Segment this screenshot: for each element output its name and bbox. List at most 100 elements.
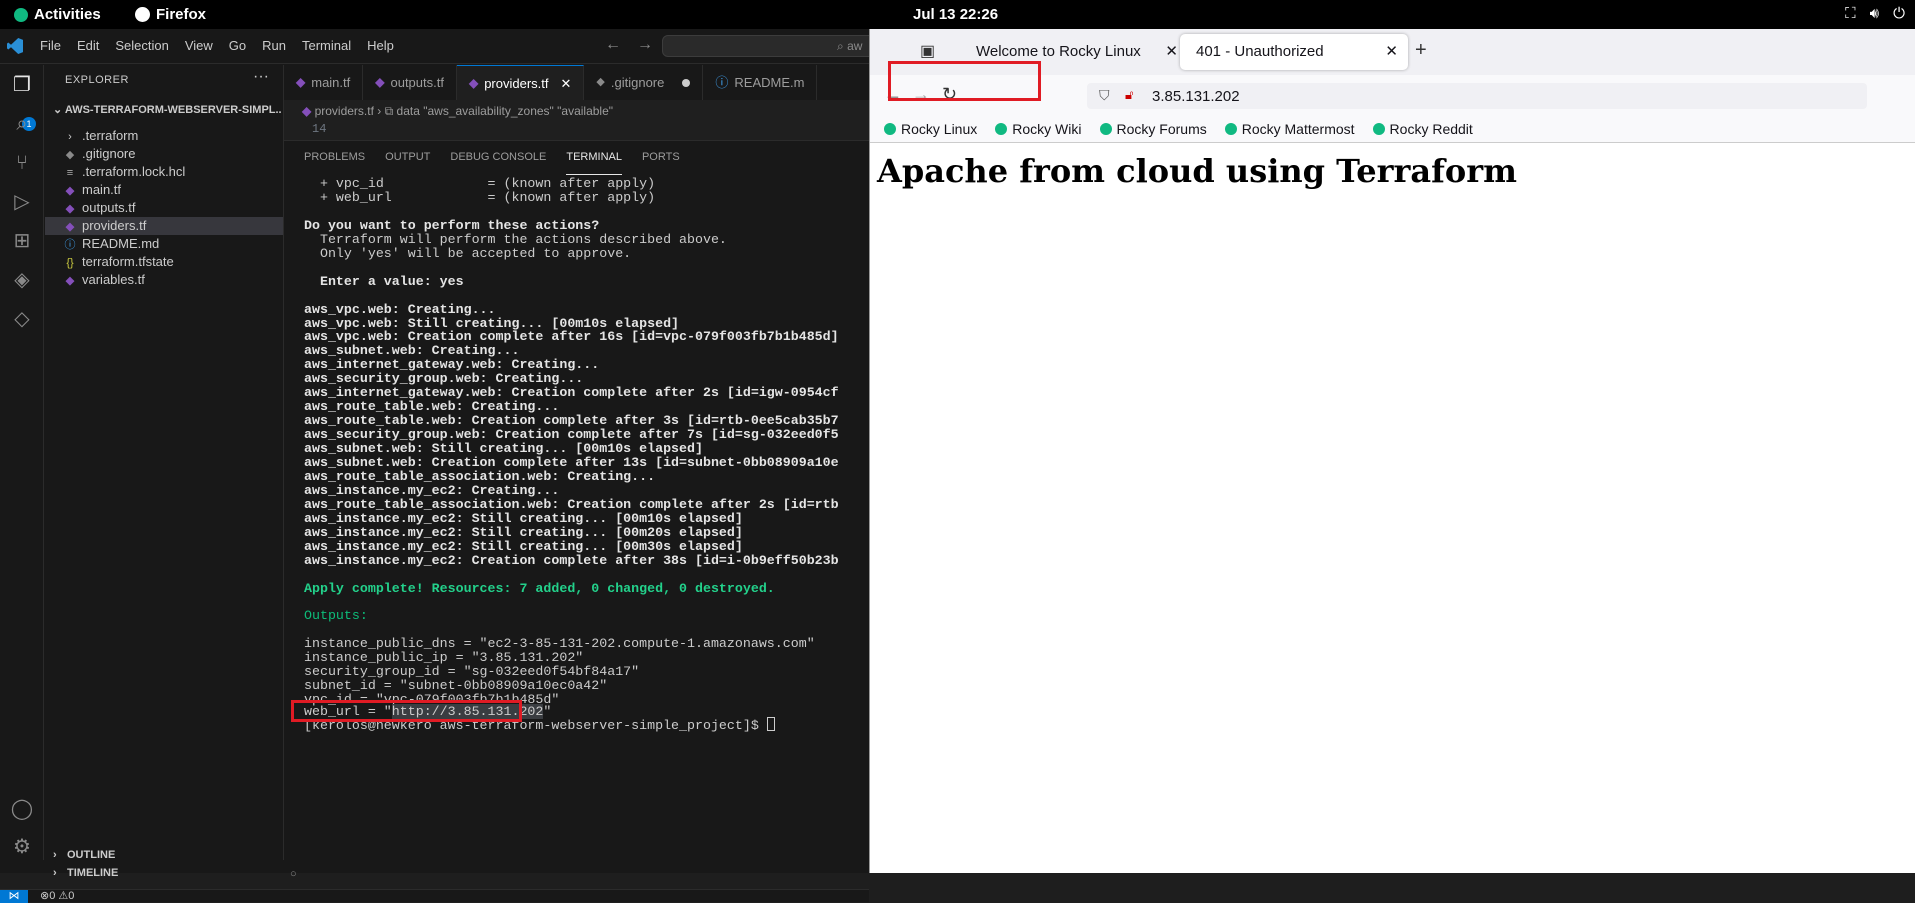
back-arrow-icon[interactable]: ←: [605, 36, 621, 54]
new-tab-plus-icon[interactable]: +: [1415, 39, 1427, 62]
file-terraform-tfstate[interactable]: {} terraform.tfstate: [45, 253, 283, 271]
info-icon: ⓘ: [64, 239, 76, 251]
file-label: outputs.tf: [82, 200, 136, 215]
panel-tab-problems[interactable]: PROBLEMS: [304, 141, 365, 175]
source-control-icon[interactable]: ⑂: [10, 151, 34, 175]
insecure-lock-icon[interactable]: 🔓︎: [1125, 87, 1133, 103]
menu-go[interactable]: Go: [229, 38, 246, 53]
activities-button[interactable]: Activities: [14, 6, 101, 23]
search-icon: ⌕: [837, 39, 844, 53]
lines-icon: ≡: [66, 167, 74, 179]
breadcrumb-symbol[interactable]: data "aws_availability_zones" "available…: [397, 104, 614, 118]
menu-terminal[interactable]: Terminal: [302, 38, 351, 53]
file-variables-tf[interactable]: ◆ variables.tf: [45, 271, 283, 289]
clock[interactable]: Jul 13 22:26: [913, 6, 998, 23]
file-terraform-lock-hcl[interactable]: ≡ .terraform.lock.hcl: [45, 163, 283, 181]
forward-arrow-icon[interactable]: →: [637, 36, 653, 54]
terraform-icon: ◆: [302, 104, 312, 118]
tab-outputs-tf[interactable]: ◆ outputs.tf: [363, 65, 457, 100]
file-outputs-tf[interactable]: ◆ outputs.tf: [45, 199, 283, 217]
problems-status[interactable]: ⊗0 ⚠0: [40, 890, 74, 903]
command-center-search[interactable]: ⌕ aw: [662, 35, 877, 57]
file-providers-tf[interactable]: ◆ providers.tf: [45, 217, 283, 235]
bookmark-rocky-reddit[interactable]: Rocky Reddit: [1372, 115, 1473, 142]
menu-help[interactable]: Help: [367, 38, 394, 53]
breadcrumb-file[interactable]: providers.tf: [315, 104, 374, 118]
system-tray[interactable]: ⛶ 🔊︎ ⏻: [1845, 5, 1905, 22]
explorer-title: EXPLORER: [65, 74, 129, 86]
bookmark-rocky-forums[interactable]: Rocky Forums: [1099, 115, 1207, 142]
panel-tab-debug-console[interactable]: DEBUG CONSOLE: [450, 141, 546, 175]
file-terraform[interactable]: › .terraform: [45, 127, 283, 145]
shield-icon[interactable]: ⛉: [1099, 87, 1110, 104]
menu-file[interactable]: File: [40, 38, 61, 53]
menu-selection[interactable]: Selection: [115, 38, 168, 53]
tab-list-icon[interactable]: ▣: [920, 41, 935, 61]
firefox-icon: [135, 7, 150, 22]
extensions-icon[interactable]: ⊞: [10, 229, 34, 253]
folder-name: AWS-TERRAFORM-WEBSERVER-SIMPL...: [64, 104, 281, 116]
tab-unauthorized[interactable]: 401 - Unauthorized ✕: [1180, 34, 1408, 70]
explorer-icon[interactable]: ❐: [10, 73, 34, 97]
run-debug-icon[interactable]: ▷: [10, 190, 34, 214]
file-label: variables.tf: [82, 272, 145, 287]
menu-run[interactable]: Run: [262, 38, 286, 53]
bookmark-rocky-mattermost[interactable]: Rocky Mattermost: [1224, 115, 1355, 142]
tab-gitignore[interactable]: ◆ .gitignore: [584, 65, 704, 100]
settings-gear-icon[interactable]: ⚙: [10, 835, 34, 859]
url-text[interactable]: 3.85.131.202: [1152, 88, 1240, 105]
menu-edit[interactable]: Edit: [77, 38, 99, 53]
terminal[interactable]: + vpc_id = (known after apply) + web_url…: [284, 175, 869, 860]
timeline-section[interactable]: › TIMELINE: [53, 867, 281, 879]
app-name: Firefox: [156, 6, 207, 23]
terraform-icon[interactable]: ◈: [10, 268, 34, 292]
terraform-icon: ◆: [65, 275, 75, 287]
vscode-titlebar: File Edit Selection View Go Run Terminal Help ←…: [0, 29, 877, 64]
terminal-line: + web_url = (known after apply): [304, 189, 656, 205]
url-bar[interactable]: ⛉ 🔓︎ 3.85.131.202: [1087, 83, 1867, 109]
close-icon[interactable]: ✕: [1385, 42, 1398, 60]
tab-README-m[interactable]: ⓘ README.m: [703, 65, 818, 100]
panel-tab-terminal[interactable]: TERMINAL: [566, 141, 622, 175]
bookmark-rocky-wiki[interactable]: Rocky Wiki: [995, 115, 1082, 142]
file-main-tf[interactable]: ◆ main.tf: [45, 181, 283, 199]
error-count: 0: [49, 890, 56, 902]
highlight-box: [888, 61, 1041, 101]
rocky-favicon-icon: [1372, 123, 1385, 135]
outline-section[interactable]: › OUTLINE: [53, 849, 281, 861]
file-label: README.md: [82, 236, 160, 251]
bookmark-rocky-linux[interactable]: Rocky Linux: [884, 115, 977, 142]
page-content: Apache from cloud using Terraform: [870, 144, 1915, 873]
panel-tabs: PROBLEMS OUTPUT DEBUG CONSOLE TERMINAL PORTS: [284, 140, 869, 175]
terraform-cloud-icon[interactable]: ◇: [10, 307, 34, 331]
file-gitignore[interactable]: ◆ .gitignore: [45, 145, 283, 163]
breadcrumb[interactable]: ◆ providers.tf › ⧉ data "aws_availabilit…: [284, 100, 869, 122]
vscode-logo-icon: [7, 38, 23, 54]
braces-icon: {}: [66, 257, 74, 269]
tab-label: README.m: [734, 75, 805, 90]
close-icon[interactable]: ✕: [561, 66, 572, 101]
tab-main-tf[interactable]: ◆ main.tf: [284, 65, 364, 100]
command-center-text: aw: [847, 39, 863, 53]
workspace-folder[interactable]: ⌄ AWS-TERRAFORM-WEBSERVER-SIMPL...: [53, 103, 281, 116]
terraform-icon: ◆: [375, 75, 385, 89]
search-icon[interactable]: ⌕: [10, 112, 34, 136]
volume-icon: 🔊︎: [1869, 5, 1880, 22]
menu-view[interactable]: View: [185, 38, 213, 53]
outline-label: OUTLINE: [67, 849, 116, 861]
tab-label: providers.tf: [484, 75, 549, 91]
tab-providers-tf[interactable]: ◆ providers.tf ✕: [456, 65, 585, 101]
more-actions-icon[interactable]: ···: [253, 68, 269, 86]
warning-count: 0: [68, 890, 75, 902]
panel-tab-ports[interactable]: PORTS: [642, 141, 680, 175]
file-README-md[interactable]: ⓘ README.md: [45, 235, 283, 253]
remote-icon[interactable]: ⋈: [0, 890, 28, 903]
bookmark-label: Rocky Wiki: [1012, 121, 1082, 137]
app-menu-firefox[interactable]: Firefox: [135, 6, 206, 23]
network-icon: ⛶: [1845, 5, 1856, 22]
account-icon[interactable]: ◯: [10, 797, 34, 821]
panel-tab-output[interactable]: OUTPUT: [385, 141, 430, 175]
rocky-favicon-icon: [884, 123, 896, 135]
prompt-gutter-icon: ○: [290, 868, 297, 880]
close-icon[interactable]: ✕: [1165, 42, 1178, 60]
